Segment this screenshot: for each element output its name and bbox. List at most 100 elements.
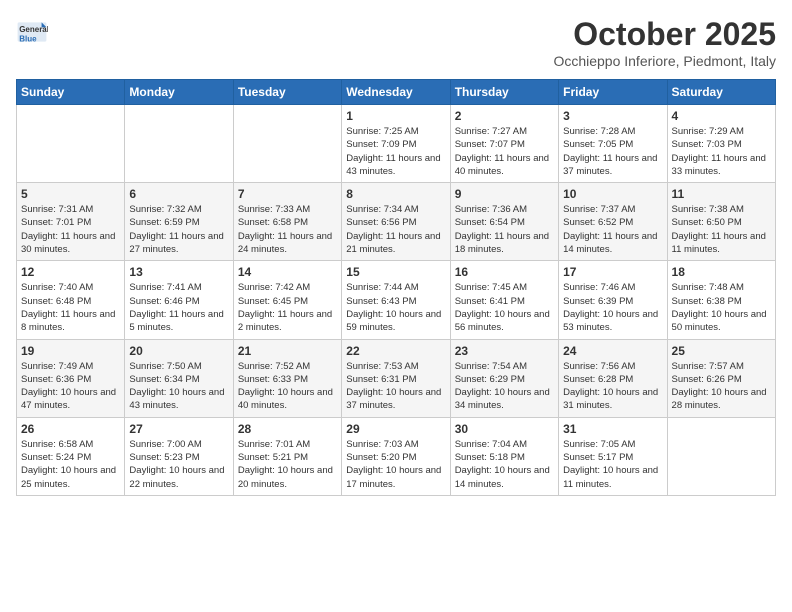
day-info: Sunrise: 7:36 AM Sunset: 6:54 PM Dayligh…: [455, 203, 554, 256]
day-number: 4: [672, 109, 771, 123]
day-info: Sunrise: 7:56 AM Sunset: 6:28 PM Dayligh…: [563, 360, 662, 413]
day-number: 26: [21, 422, 120, 436]
day-number: 19: [21, 344, 120, 358]
day-number: 14: [238, 265, 337, 279]
day-header-wednesday: Wednesday: [342, 80, 450, 105]
calendar-cell: 17Sunrise: 7:46 AM Sunset: 6:39 PM Dayli…: [559, 261, 667, 339]
day-number: 24: [563, 344, 662, 358]
week-row-5: 26 Sunrise: 6:58 AM Sunset: 5:24 PM Dayli…: [17, 417, 776, 495]
location-subtitle: Occhieppo Inferiore, Piedmont, Italy: [553, 53, 776, 69]
day-number: 15: [346, 265, 445, 279]
calendar-cell: 23Sunrise: 7:54 AM Sunset: 6:29 PM Dayli…: [450, 339, 558, 417]
day-number: 16: [455, 265, 554, 279]
week-row-3: 12 Sunrise: 7:40 AM Sunset: 6:48 PM Dayli…: [17, 261, 776, 339]
day-number: 25: [672, 344, 771, 358]
calendar-cell: 2 Sunrise: 7:27 AM Sunset: 7:07 PM Daylig…: [450, 105, 558, 183]
day-info: Sunrise: 7:48 AM Sunset: 6:38 PM Dayligh…: [672, 281, 771, 334]
day-info: Sunrise: 7:50 AM Sunset: 6:34 PM Dayligh…: [129, 360, 228, 413]
calendar-cell: 29 Sunrise: 7:03 AM Sunset: 5:20 PM Dayli…: [342, 417, 450, 495]
logo-icon: General Blue: [16, 16, 48, 48]
calendar-cell: 18 Sunrise: 7:48 AM Sunset: 6:38 PM Dayli…: [667, 261, 775, 339]
calendar-cell: [233, 105, 341, 183]
day-header-thursday: Thursday: [450, 80, 558, 105]
day-info: Sunrise: 7:03 AM Sunset: 5:20 PM Dayligh…: [346, 438, 445, 491]
day-info: Sunrise: 7:33 AM Sunset: 6:58 PM Dayligh…: [238, 203, 337, 256]
day-info: Sunrise: 7:28 AM Sunset: 7:05 PM Dayligh…: [563, 125, 662, 178]
calendar-cell: 26 Sunrise: 6:58 AM Sunset: 5:24 PM Dayli…: [17, 417, 125, 495]
calendar-cell: 25 Sunrise: 7:57 AM Sunset: 6:26 PM Dayli…: [667, 339, 775, 417]
calendar-cell: 7 Sunrise: 7:33 AM Sunset: 6:58 PM Daylig…: [233, 183, 341, 261]
day-number: 29: [346, 422, 445, 436]
calendar-cell: 31 Sunrise: 7:05 AM Sunset: 5:17 PM Dayli…: [559, 417, 667, 495]
day-info: Sunrise: 7:01 AM Sunset: 5:21 PM Dayligh…: [238, 438, 337, 491]
day-number: 3: [563, 109, 662, 123]
day-number: 23: [455, 344, 554, 358]
calendar-cell: 16 Sunrise: 7:45 AM Sunset: 6:41 PM Dayli…: [450, 261, 558, 339]
day-number: 8: [346, 187, 445, 201]
day-info: Sunrise: 7:00 AM Sunset: 5:23 PM Dayligh…: [129, 438, 228, 491]
day-header-saturday: Saturday: [667, 80, 775, 105]
day-header-monday: Monday: [125, 80, 233, 105]
day-info: Sunrise: 7:46 AM Sunset: 6:39 PM Dayligh…: [563, 281, 662, 334]
day-info: Sunrise: 7:42 AM Sunset: 6:45 PM Dayligh…: [238, 281, 337, 334]
day-number: 5: [21, 187, 120, 201]
calendar-cell: 13 Sunrise: 7:41 AM Sunset: 6:46 PM Dayli…: [125, 261, 233, 339]
day-number: 28: [238, 422, 337, 436]
day-number: 31: [563, 422, 662, 436]
day-info: Sunrise: 7:44 AM Sunset: 6:43 PM Dayligh…: [346, 281, 445, 334]
day-info: Sunrise: 7:52 AM Sunset: 6:33 PM Dayligh…: [238, 360, 337, 413]
day-number: 9: [455, 187, 554, 201]
day-info: Sunrise: 7:04 AM Sunset: 5:18 PM Dayligh…: [455, 438, 554, 491]
day-number: 10: [563, 187, 662, 201]
calendar-cell: 21Sunrise: 7:52 AM Sunset: 6:33 PM Dayli…: [233, 339, 341, 417]
calendar-cell: 14 Sunrise: 7:42 AM Sunset: 6:45 PM Dayli…: [233, 261, 341, 339]
calendar-cell: [125, 105, 233, 183]
day-number: 18: [672, 265, 771, 279]
day-header-tuesday: Tuesday: [233, 80, 341, 105]
calendar-cell: 8 Sunrise: 7:34 AM Sunset: 6:56 PM Daylig…: [342, 183, 450, 261]
calendar-cell: 10 Sunrise: 7:37 AM Sunset: 6:52 PM Dayli…: [559, 183, 667, 261]
svg-text:Blue: Blue: [19, 35, 37, 44]
day-header-sunday: Sunday: [17, 80, 125, 105]
calendar-cell: 12 Sunrise: 7:40 AM Sunset: 6:48 PM Dayli…: [17, 261, 125, 339]
day-info: Sunrise: 7:40 AM Sunset: 6:48 PM Dayligh…: [21, 281, 120, 334]
day-info: Sunrise: 7:34 AM Sunset: 6:56 PM Dayligh…: [346, 203, 445, 256]
calendar-cell: 3 Sunrise: 7:28 AM Sunset: 7:05 PM Daylig…: [559, 105, 667, 183]
day-number: 6: [129, 187, 228, 201]
day-info: Sunrise: 7:45 AM Sunset: 6:41 PM Dayligh…: [455, 281, 554, 334]
day-info: Sunrise: 7:32 AM Sunset: 6:59 PM Dayligh…: [129, 203, 228, 256]
calendar-cell: 9 Sunrise: 7:36 AM Sunset: 6:54 PM Daylig…: [450, 183, 558, 261]
calendar-cell: 30Sunrise: 7:04 AM Sunset: 5:18 PM Dayli…: [450, 417, 558, 495]
day-info: Sunrise: 7:27 AM Sunset: 7:07 PM Dayligh…: [455, 125, 554, 178]
calendar-cell: 27 Sunrise: 7:00 AM Sunset: 5:23 PM Dayli…: [125, 417, 233, 495]
day-info: Sunrise: 7:29 AM Sunset: 7:03 PM Dayligh…: [672, 125, 771, 178]
day-info: Sunrise: 7:37 AM Sunset: 6:52 PM Dayligh…: [563, 203, 662, 256]
day-info: Sunrise: 7:49 AM Sunset: 6:36 PM Dayligh…: [21, 360, 120, 413]
calendar-cell: 22Sunrise: 7:53 AM Sunset: 6:31 PM Dayli…: [342, 339, 450, 417]
calendar-cell: 4 Sunrise: 7:29 AM Sunset: 7:03 PM Daylig…: [667, 105, 775, 183]
day-number: 2: [455, 109, 554, 123]
calendar-cell: [17, 105, 125, 183]
day-number: 12: [21, 265, 120, 279]
day-info: Sunrise: 7:31 AM Sunset: 7:01 PM Dayligh…: [21, 203, 120, 256]
day-header-friday: Friday: [559, 80, 667, 105]
day-info: Sunrise: 6:58 AM Sunset: 5:24 PM Dayligh…: [21, 438, 120, 491]
calendar-cell: 6 Sunrise: 7:32 AM Sunset: 6:59 PM Daylig…: [125, 183, 233, 261]
calendar-cell: 19 Sunrise: 7:49 AM Sunset: 6:36 PM Dayli…: [17, 339, 125, 417]
calendar-cell: 28 Sunrise: 7:01 AM Sunset: 5:21 PM Dayli…: [233, 417, 341, 495]
day-number: 13: [129, 265, 228, 279]
calendar-table: SundayMondayTuesdayWednesdayThursdayFrid…: [16, 79, 776, 496]
week-row-1: 1Sunrise: 7:25 AM Sunset: 7:09 PM Daylig…: [17, 105, 776, 183]
day-number: 27: [129, 422, 228, 436]
day-info: Sunrise: 7:05 AM Sunset: 5:17 PM Dayligh…: [563, 438, 662, 491]
calendar-cell: [667, 417, 775, 495]
title-area: October 2025 Occhieppo Inferiore, Piedmo…: [553, 16, 776, 69]
day-info: Sunrise: 7:41 AM Sunset: 6:46 PM Dayligh…: [129, 281, 228, 334]
logo: General Blue: [16, 16, 48, 48]
day-info: Sunrise: 7:57 AM Sunset: 6:26 PM Dayligh…: [672, 360, 771, 413]
calendar-cell: 15 Sunrise: 7:44 AM Sunset: 6:43 PM Dayli…: [342, 261, 450, 339]
calendar-cell: 1Sunrise: 7:25 AM Sunset: 7:09 PM Daylig…: [342, 105, 450, 183]
day-number: 11: [672, 187, 771, 201]
day-info: Sunrise: 7:38 AM Sunset: 6:50 PM Dayligh…: [672, 203, 771, 256]
day-number: 7: [238, 187, 337, 201]
